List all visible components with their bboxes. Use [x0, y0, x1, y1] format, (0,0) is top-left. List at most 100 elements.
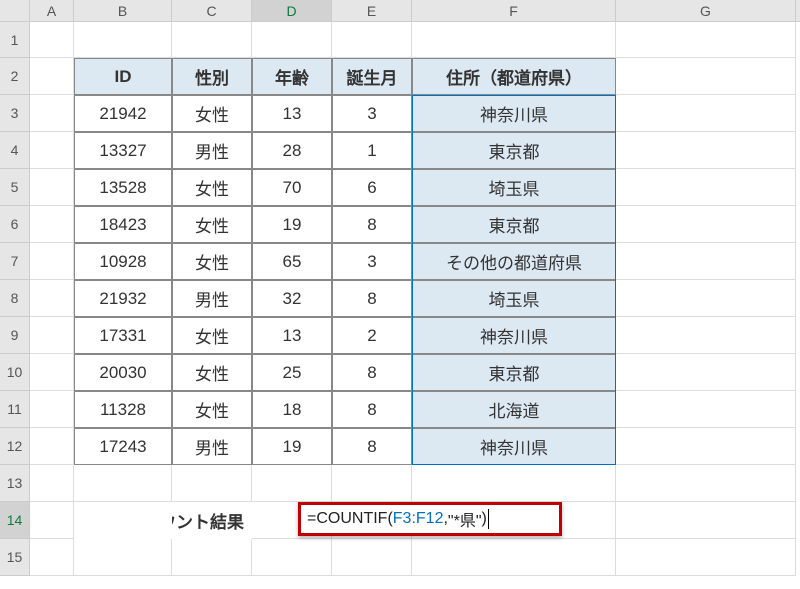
cell-C3[interactable]: 女性: [172, 95, 252, 132]
cell-B6[interactable]: 18423: [74, 206, 172, 243]
cell-A4[interactable]: [30, 132, 74, 169]
cell-G12[interactable]: [616, 428, 796, 465]
row-header-8[interactable]: 8: [0, 280, 30, 317]
cell-E1[interactable]: [332, 22, 412, 58]
cell-A7[interactable]: [30, 243, 74, 280]
cell-E12[interactable]: 8: [332, 428, 412, 465]
header-age[interactable]: 年齢: [252, 58, 332, 95]
col-header-E[interactable]: E: [332, 0, 412, 21]
row-header-13[interactable]: 13: [0, 465, 30, 502]
cell-A1[interactable]: [30, 22, 74, 58]
header-id[interactable]: ID: [74, 58, 172, 95]
cell-G3[interactable]: [616, 95, 796, 132]
col-header-D[interactable]: D: [252, 0, 332, 21]
col-header-A[interactable]: A: [30, 0, 74, 21]
header-sex[interactable]: 性別: [172, 58, 252, 95]
cell-B4[interactable]: 13327: [74, 132, 172, 169]
cell-B3[interactable]: 21942: [74, 95, 172, 132]
cell-D12[interactable]: 19: [252, 428, 332, 465]
row-header-2[interactable]: 2: [0, 58, 30, 95]
cell-F9[interactable]: 神奈川県: [412, 317, 616, 354]
cell-C5[interactable]: 女性: [172, 169, 252, 206]
cell-D7[interactable]: 65: [252, 243, 332, 280]
cell-C4[interactable]: 男性: [172, 132, 252, 169]
cell-D5[interactable]: 70: [252, 169, 332, 206]
cell-C8[interactable]: 男性: [172, 280, 252, 317]
col-header-C[interactable]: C: [172, 0, 252, 21]
cell-A3[interactable]: [30, 95, 74, 132]
cell-B7[interactable]: 10928: [74, 243, 172, 280]
cell-D4[interactable]: 28: [252, 132, 332, 169]
cell-A6[interactable]: [30, 206, 74, 243]
row-header-1[interactable]: 1: [0, 22, 30, 58]
cell-F6[interactable]: 東京都: [412, 206, 616, 243]
cell-C1[interactable]: [172, 22, 252, 58]
cell-G15[interactable]: [616, 539, 796, 576]
row-header-7[interactable]: 7: [0, 243, 30, 280]
col-header-B[interactable]: B: [74, 0, 172, 21]
cell-E8[interactable]: 8: [332, 280, 412, 317]
cell-F1[interactable]: [412, 22, 616, 58]
cell-D15[interactable]: [252, 539, 332, 576]
cell-D10[interactable]: 25: [252, 354, 332, 391]
cell-B15[interactable]: [74, 539, 172, 576]
cell-F8[interactable]: 埼玉県: [412, 280, 616, 317]
header-birth-month[interactable]: 誕生月: [332, 58, 412, 95]
cell-G8[interactable]: [616, 280, 796, 317]
col-header-G[interactable]: G: [616, 0, 796, 21]
cell-D8[interactable]: 32: [252, 280, 332, 317]
spreadsheet[interactable]: A B C D E F G 1 2 ID 性別 年齢 誕生月 住所（都道府県） …: [0, 0, 800, 589]
cell-C11[interactable]: 女性: [172, 391, 252, 428]
cell-D9[interactable]: 13: [252, 317, 332, 354]
cell-E11[interactable]: 8: [332, 391, 412, 428]
cell-G9[interactable]: [616, 317, 796, 354]
row-header-4[interactable]: 4: [0, 132, 30, 169]
cell-E13[interactable]: [332, 465, 412, 502]
cell-B8[interactable]: 21932: [74, 280, 172, 317]
cell-E3[interactable]: 3: [332, 95, 412, 132]
cell-A5[interactable]: [30, 169, 74, 206]
cell-G14[interactable]: [616, 502, 796, 539]
cell-F13[interactable]: [412, 465, 616, 502]
cell-C9[interactable]: 女性: [172, 317, 252, 354]
cell-E9[interactable]: 2: [332, 317, 412, 354]
cell-E10[interactable]: 8: [332, 354, 412, 391]
cell-A13[interactable]: [30, 465, 74, 502]
row-header-15[interactable]: 15: [0, 539, 30, 576]
row-header-6[interactable]: 6: [0, 206, 30, 243]
cell-G11[interactable]: [616, 391, 796, 428]
cell-E7[interactable]: 3: [332, 243, 412, 280]
cell-D1[interactable]: [252, 22, 332, 58]
cell-E5[interactable]: 6: [332, 169, 412, 206]
cell-B11[interactable]: 11328: [74, 391, 172, 428]
cell-D13[interactable]: [252, 465, 332, 502]
cell-G7[interactable]: [616, 243, 796, 280]
cell-E15[interactable]: [332, 539, 412, 576]
row-header-3[interactable]: 3: [0, 95, 30, 132]
cell-G10[interactable]: [616, 354, 796, 391]
cell-D3[interactable]: 13: [252, 95, 332, 132]
row-header-9[interactable]: 9: [0, 317, 30, 354]
cell-A10[interactable]: [30, 354, 74, 391]
cell-B12[interactable]: 17243: [74, 428, 172, 465]
row-header-14[interactable]: 14: [0, 502, 30, 539]
cell-F4[interactable]: 東京都: [412, 132, 616, 169]
cell-B9[interactable]: 17331: [74, 317, 172, 354]
cell-F12[interactable]: 神奈川県: [412, 428, 616, 465]
cell-C10[interactable]: 女性: [172, 354, 252, 391]
row-header-5[interactable]: 5: [0, 169, 30, 206]
cell-F5[interactable]: 埼玉県: [412, 169, 616, 206]
formula-input-cell[interactable]: =COUNTIF(F3:F12,"*県"): [298, 502, 562, 536]
select-all-corner[interactable]: [0, 0, 30, 21]
row-header-12[interactable]: 12: [0, 428, 30, 465]
cell-A12[interactable]: [30, 428, 74, 465]
cell-B13[interactable]: [74, 465, 172, 502]
cell-F7[interactable]: その他の都道府県: [412, 243, 616, 280]
cell-B1[interactable]: [74, 22, 172, 58]
cell-D6[interactable]: 19: [252, 206, 332, 243]
cell-G2[interactable]: [616, 58, 796, 95]
cell-G6[interactable]: [616, 206, 796, 243]
cell-B10[interactable]: 20030: [74, 354, 172, 391]
cell-C13[interactable]: [172, 465, 252, 502]
cell-F15[interactable]: [412, 539, 616, 576]
